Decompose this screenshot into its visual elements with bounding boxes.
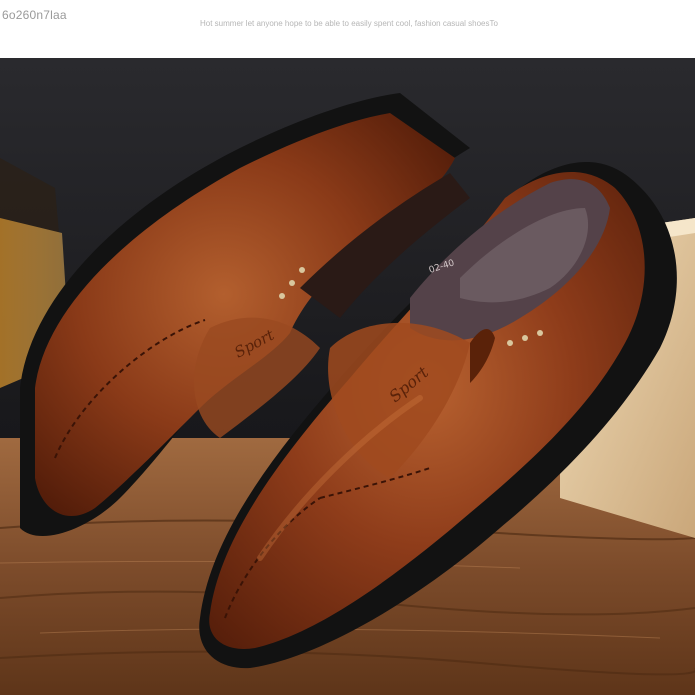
watermark-id: 6o260n7laa — [2, 8, 67, 22]
product-photo-illustration: Sport 02-40 Sport — [0, 58, 695, 695]
tagline: Hot summer let anyone hope to be able to… — [200, 19, 498, 28]
header-bar: 6o260n7laa Hot summer let anyone hope to… — [0, 0, 695, 58]
product-photo: Sport 02-40 Sport — [0, 58, 695, 695]
